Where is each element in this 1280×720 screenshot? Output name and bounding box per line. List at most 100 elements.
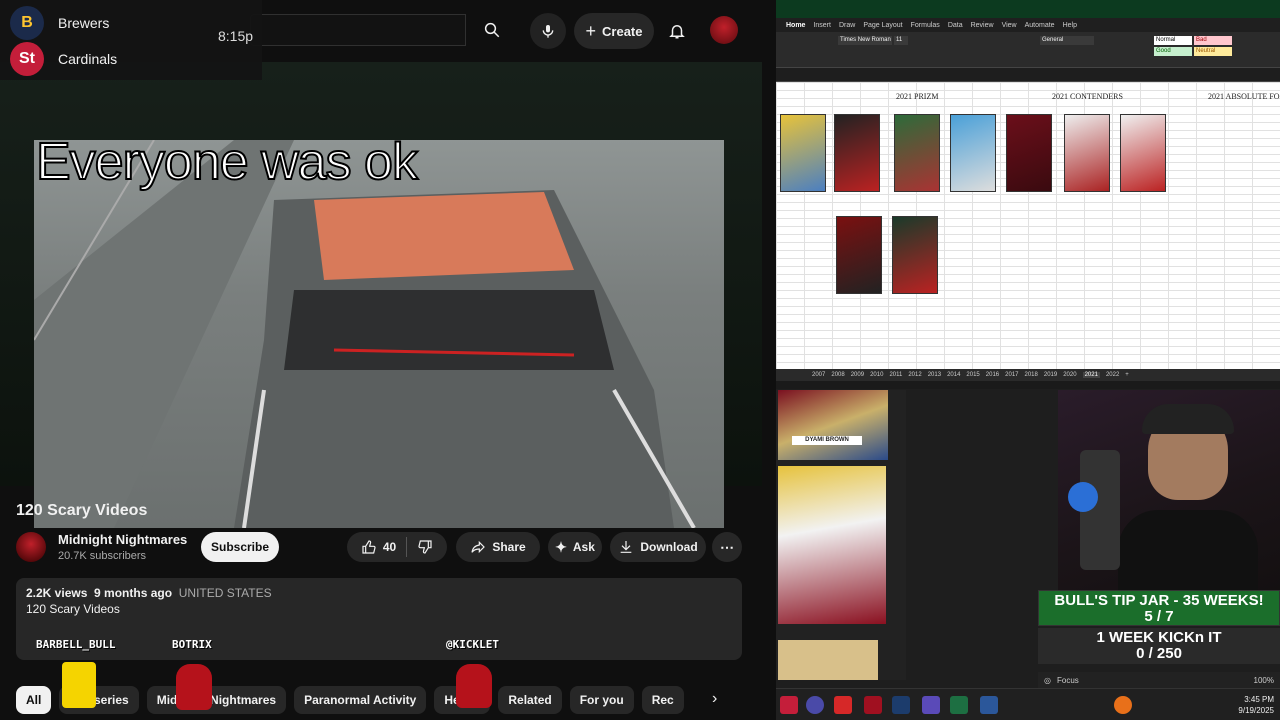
font-size-selector[interactable]: 11 xyxy=(894,36,908,45)
sheet-tab-2010[interactable]: 2010 xyxy=(870,372,883,378)
video-frame[interactable] xyxy=(34,140,724,528)
card-image-9[interactable] xyxy=(892,216,938,294)
sheet-tab-2015[interactable]: 2015 xyxy=(966,372,979,378)
sheet-tab-2012[interactable]: 2012 xyxy=(908,372,921,378)
chip-bar: All The series Midnight Nightmares Paran… xyxy=(16,686,684,714)
sheet-tab-2019[interactable]: 2019 xyxy=(1044,372,1057,378)
overlay-user-1: BARBELL_BULL xyxy=(36,638,116,651)
sheet-tab-2022[interactable]: 2022 xyxy=(1106,372,1119,378)
excel-title-bar xyxy=(776,0,1280,18)
header-prizm: 2021 PRIZM xyxy=(896,92,939,101)
app-icon-3[interactable] xyxy=(834,696,852,714)
ribbon-tab-insert[interactable]: Insert xyxy=(813,22,831,29)
account-avatar[interactable] xyxy=(710,16,738,44)
description-box[interactable]: 2.2K views 9 months ago UNITED STATES 12… xyxy=(16,578,742,660)
app-icon-1[interactable] xyxy=(780,696,798,714)
chip-all[interactable]: All xyxy=(16,686,52,714)
clock-time: 3:45 PM xyxy=(1244,695,1274,704)
share-button[interactable]: Share xyxy=(456,532,540,562)
sheet-tab-2021[interactable]: 2021 xyxy=(1082,372,1100,378)
sheet-tab-2008[interactable]: 2008 xyxy=(831,372,844,378)
ribbon-tab-view[interactable]: View xyxy=(1002,22,1017,29)
card-closeup-1 xyxy=(778,390,888,460)
chip-paranormal-activity[interactable]: Paranormal Activity xyxy=(294,686,427,714)
ribbon-tab-draw[interactable]: Draw xyxy=(839,22,855,29)
streamer-shirt xyxy=(1118,510,1258,590)
sheet-tab-2014[interactable]: 2014 xyxy=(947,372,960,378)
crewmate-avatar-1 xyxy=(176,664,212,710)
thumbs-down-icon[interactable] xyxy=(417,539,433,555)
taskbar-clock[interactable]: 3:45 PM 9/19/2025 xyxy=(1238,694,1274,716)
chevron-right-icon[interactable]: › xyxy=(712,690,717,708)
notifications-button[interactable] xyxy=(664,18,690,44)
app-icon-2[interactable] xyxy=(806,696,824,714)
ribbon-tab-formulas[interactable]: Formulas xyxy=(911,22,940,29)
card-image-2[interactable] xyxy=(834,114,880,192)
style-normal[interactable]: Normal xyxy=(1154,36,1192,45)
more-actions-button[interactable]: ⋯ xyxy=(712,532,742,562)
card-image-6[interactable] xyxy=(1064,114,1110,192)
ask-button[interactable]: ✦ Ask xyxy=(548,532,602,562)
font-selector[interactable]: Times New Roman xyxy=(838,36,892,45)
focus-label[interactable]: Focus xyxy=(1057,676,1079,685)
voice-search-button[interactable] xyxy=(530,13,566,49)
sheet-tab-2017[interactable]: 2017 xyxy=(1005,372,1018,378)
sheet-tab-2007[interactable]: 2007 xyxy=(812,372,825,378)
create-button[interactable]: + Create xyxy=(574,13,654,49)
search-input[interactable] xyxy=(250,14,466,46)
chip-rec[interactable]: Rec xyxy=(641,686,684,714)
ribbon-tab-help[interactable]: Help xyxy=(1063,22,1077,29)
plus-icon: + xyxy=(585,20,597,41)
channel-avatar[interactable] xyxy=(16,532,46,562)
add-sheet-icon[interactable]: + xyxy=(1125,372,1129,378)
app-icon-4[interactable] xyxy=(864,696,882,714)
card-image-5[interactable] xyxy=(1006,114,1052,192)
download-label: Download xyxy=(640,540,698,554)
excel-icon[interactable] xyxy=(950,696,968,714)
card-image-8[interactable] xyxy=(836,216,882,294)
chip-related[interactable]: Related xyxy=(498,686,562,714)
card-image-4[interactable] xyxy=(950,114,996,192)
share-icon xyxy=(471,540,486,554)
download-button[interactable]: Download xyxy=(610,532,706,562)
chip-for-you[interactable]: For you xyxy=(569,686,634,714)
app-icon-6[interactable] xyxy=(922,696,940,714)
card-image-3[interactable] xyxy=(894,114,940,192)
focus-icon[interactable]: ◎ xyxy=(1044,676,1051,685)
ribbon-tab-review[interactable]: Review xyxy=(971,22,994,29)
style-neutral[interactable]: Neutral xyxy=(1194,47,1232,56)
video-title: 120 Scary Videos xyxy=(16,502,148,519)
sheet-tab-2011[interactable]: 2011 xyxy=(889,372,902,378)
like-button[interactable]: 40 xyxy=(361,539,396,555)
upload-age: 9 months ago xyxy=(94,586,173,600)
style-bad[interactable]: Bad xyxy=(1194,36,1232,45)
team-row-1: B Brewers xyxy=(10,6,109,40)
style-good[interactable]: Good xyxy=(1154,47,1192,56)
notification-app-icon[interactable] xyxy=(1114,696,1132,714)
team2-name: Cardinals xyxy=(58,51,118,67)
sheet-tab-2020[interactable]: 2020 xyxy=(1063,372,1076,378)
sheet-tab-2013[interactable]: 2013 xyxy=(928,372,941,378)
sheet-tab-2016[interactable]: 2016 xyxy=(986,372,999,378)
subscribe-button[interactable]: Subscribe xyxy=(201,532,279,562)
view-count: 2.2K views xyxy=(26,586,88,600)
ribbon-tab-automate[interactable]: Automate xyxy=(1025,22,1055,29)
zoom-level[interactable]: 100% xyxy=(1254,676,1274,685)
ribbon-tab-page-layout[interactable]: Page Layout xyxy=(863,22,902,29)
app-icon-5[interactable] xyxy=(892,696,910,714)
card-image-7[interactable] xyxy=(1120,114,1166,192)
ribbon-tab-home[interactable]: Home xyxy=(786,22,805,29)
formula-bar[interactable] xyxy=(776,68,1280,82)
video-player[interactable]: Everyone was ok xyxy=(0,62,762,528)
chip-midnight-nightmares[interactable]: Midnight Nightmares xyxy=(146,686,287,714)
number-format-selector[interactable]: General xyxy=(1040,36,1094,45)
overlay-user-2: BOTRIX xyxy=(172,638,212,651)
word-icon[interactable] xyxy=(980,696,998,714)
sheet-tab-2018[interactable]: 2018 xyxy=(1025,372,1038,378)
card-image-1[interactable] xyxy=(780,114,826,192)
plush-toy xyxy=(1068,482,1098,512)
ribbon-tab-data[interactable]: Data xyxy=(948,22,963,29)
channel-name[interactable]: Midnight Nightmares xyxy=(58,532,187,547)
sheet-tab-2009[interactable]: 2009 xyxy=(851,372,864,378)
search-button[interactable] xyxy=(470,14,514,46)
